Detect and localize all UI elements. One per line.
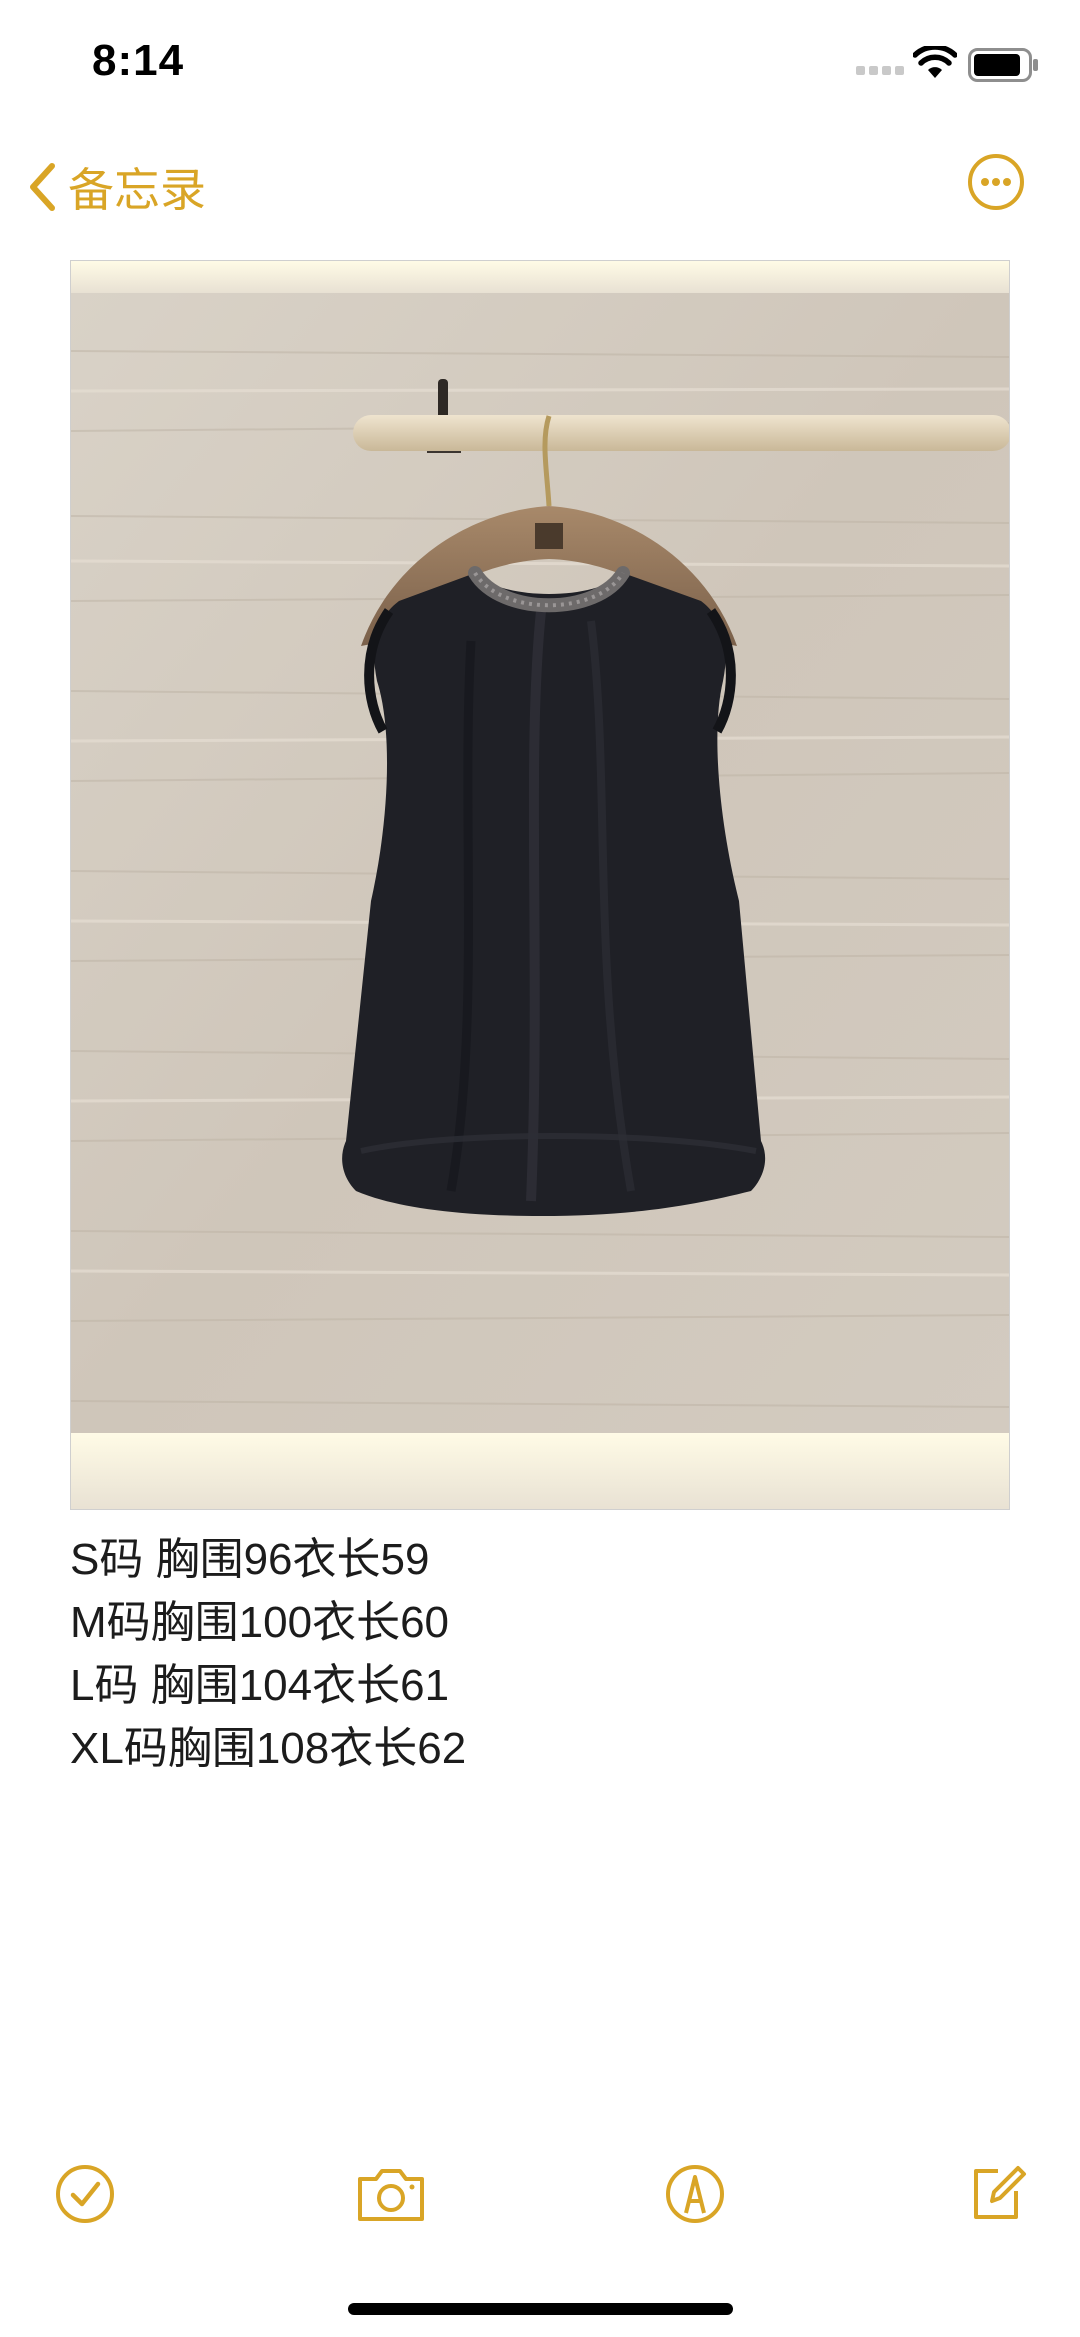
compose-note-button[interactable] — [966, 2159, 1028, 2225]
status-time: 8:14 — [92, 36, 185, 85]
note-line: M码胸围100衣长60 — [70, 1598, 450, 1647]
note-body[interactable]: S码 胸围96衣长59 M码胸围100衣长60 L码 胸围104衣长61 XL码… — [70, 1528, 466, 1780]
more-options-button[interactable] — [966, 152, 1026, 212]
back-button[interactable]: 备忘录 — [28, 154, 206, 220]
navigation-bar: 备忘录 — [0, 140, 1080, 230]
checklist-button[interactable] — [54, 2163, 116, 2225]
wifi-icon — [913, 46, 957, 78]
camera-button[interactable] — [354, 2163, 428, 2225]
chevron-left-icon — [30, 163, 55, 211]
note-line: XL码胸围108衣长62 — [70, 1724, 467, 1773]
back-label: 备忘录 — [68, 164, 206, 216]
note-line: L码 胸围104衣长61 — [70, 1661, 450, 1710]
markup-button[interactable] — [664, 2161, 726, 2225]
status-bar: 8:14 — [0, 0, 1080, 130]
note-line: S码 胸围96衣长59 — [70, 1535, 430, 1584]
cellular-signal-icon — [856, 66, 904, 75]
home-indicator[interactable] — [348, 2303, 733, 2315]
product-photo — [71, 261, 1009, 1509]
note-image-attachment[interactable] — [70, 260, 1010, 1510]
battery-icon — [968, 48, 1038, 82]
